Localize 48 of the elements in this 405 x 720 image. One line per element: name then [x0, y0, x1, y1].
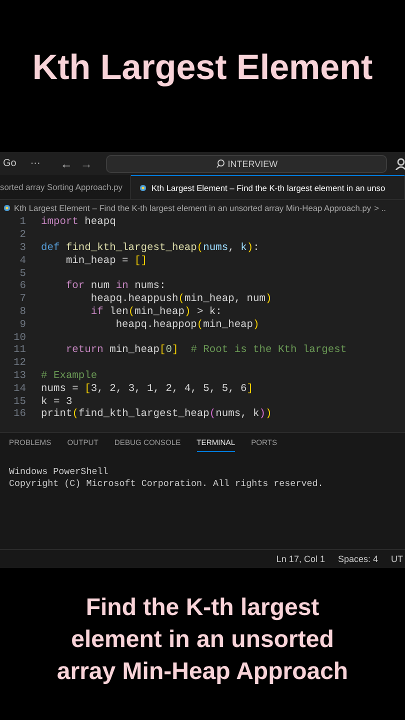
line-number: 4 [18, 254, 26, 267]
code-line: print(find_kth_largest_heap(nums, k)) [41, 408, 272, 420]
line-number: 12 [12, 357, 26, 370]
line-number: 2 [18, 229, 26, 242]
code-line: min_heap = [] [64, 254, 148, 267]
forward-button[interactable]: → [80, 156, 92, 170]
code-line: for num in nums: [64, 280, 166, 292]
line-number: 6 [18, 280, 26, 292]
status-item[interactable]: UT [391, 554, 403, 564]
breadcrumb-more[interactable]: > .. [374, 202, 386, 212]
search-icon [216, 159, 225, 168]
line-number: 14 [12, 382, 26, 395]
account-icon[interactable] [395, 158, 405, 170]
code-line: nums = [3, 2, 3, 1, 2, 4, 5, 5, 6] [41, 382, 254, 395]
editor-tab[interactable]: Kth Largest Element – Find the K-th largest element in an unso [131, 175, 405, 199]
line-number: 13 [12, 370, 26, 382]
line-number: 1 [18, 216, 26, 228]
code-line: k = 3 [41, 396, 72, 408]
line-number: 9 [18, 318, 26, 331]
line-number: 16 [12, 408, 26, 420]
code-line: def find_kth_largest_heap(nums, k): [41, 242, 260, 254]
status-item[interactable]: Spaces: 4 [338, 554, 378, 564]
python-file-icon [139, 184, 148, 192]
line-number: 10 [12, 332, 26, 344]
line-number: 8 [18, 306, 26, 318]
video-title: Kth Largest Element [32, 48, 373, 88]
code-line: heapq.heappop(min_heap) [114, 318, 260, 331]
terminal-output: Windows PowerShell [9, 466, 110, 478]
line-number: 11 [12, 344, 26, 356]
video-caption: Find the K-th largest element in an unsorted array Min-Heap Approach [56, 593, 350, 687]
line-number: 3 [18, 242, 26, 254]
terminal-output: Copyright (C) Microsoft Corporation. All rights reserved. [9, 478, 324, 490]
line-number: 7 [18, 293, 26, 306]
code-line: import heapq [41, 216, 116, 228]
menu-item[interactable]: Go [3, 158, 16, 169]
editor-tab[interactable]: sorted array Sorting Approach.py [0, 175, 132, 199]
search-field[interactable]: INTERVIEW [106, 154, 387, 172]
status-item[interactable]: Ln 17, Col 1 [276, 554, 325, 564]
more-menu[interactable]: ··· [30, 158, 40, 169]
code-line: return min_heap[0] # Root is the Kth largest [64, 344, 347, 356]
line-number: 5 [18, 268, 26, 280]
back-button[interactable]: ← [60, 156, 72, 170]
code-line: # Example [41, 370, 98, 382]
python-file-icon [3, 204, 11, 212]
breadcrumb-file[interactable]: Kth Largest Element – Find the K-th largest element in an unsorted array Min-Heap Approach.py [14, 202, 372, 212]
code-line: if len(min_heap) > k: [90, 306, 222, 318]
line-number: 15 [12, 396, 26, 408]
code-line: heapq.heappush(min_heap, num) [90, 293, 272, 306]
